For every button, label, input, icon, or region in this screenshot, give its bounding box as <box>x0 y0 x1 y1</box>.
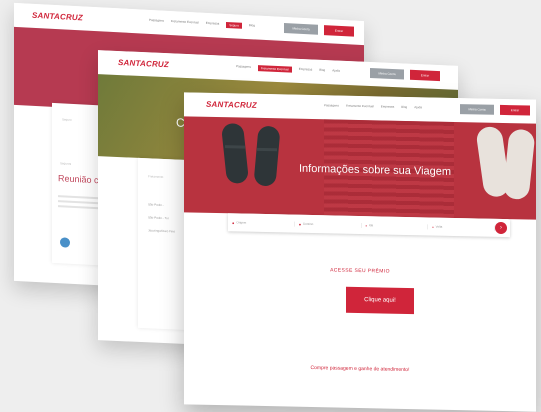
login-button[interactable]: Entrar <box>324 25 354 37</box>
account-button[interactable]: Minha Conta <box>460 104 494 115</box>
logo: SANTACRUZ <box>206 99 257 110</box>
section-heading: Reunião c <box>58 173 99 186</box>
list-item[interactable]: São Paulo - <box>148 202 175 207</box>
route-list: São Paulo - São Paulo - Tur Jacutinga/Ou… <box>148 202 175 242</box>
account-button[interactable]: Minha Conta <box>284 22 318 35</box>
info-icon[interactable] <box>60 237 70 248</box>
nav-link[interactable]: Empresas <box>299 67 313 74</box>
nav-links: Passagens Fretamento Eventual Empresas B… <box>236 64 340 75</box>
origin-field[interactable]: ● Origem <box>228 219 295 227</box>
list-item[interactable]: São Paulo - Tur <box>148 215 175 220</box>
return-date-field[interactable]: ▪ Volta <box>428 223 495 231</box>
breadcrumb: Fretamento <box>148 174 164 179</box>
nav-link[interactable]: Empresas <box>206 21 220 28</box>
nav-link[interactable]: Blog <box>319 68 325 74</box>
nav-link-active[interactable]: Fretamento Eventual <box>257 65 292 73</box>
list-item[interactable]: Jacutinga/Ouro Fino <box>148 228 175 233</box>
origin-placeholder: Origem <box>236 220 247 225</box>
location-icon: ● <box>298 221 302 227</box>
nav-link[interactable]: Blog <box>249 23 255 29</box>
nav-link[interactable]: Passagens <box>324 103 339 107</box>
sandal-strap <box>257 147 277 152</box>
nav-link[interactable]: Empresas <box>381 104 395 108</box>
nav-link[interactable]: Passagens <box>149 18 164 25</box>
nav-links: Passagens Fretamento Eventual Empresas B… <box>324 103 422 109</box>
location-icon: ● <box>232 219 235 225</box>
nav-link[interactable]: Blog <box>401 105 407 109</box>
promo-link[interactable]: Compre passagem e ganhe de atendimento! <box>184 362 536 375</box>
click-here-button[interactable]: Clique aqui! <box>346 286 414 315</box>
nav-links: Passagens Fretamento Eventual Empresas S… <box>149 18 255 30</box>
departure-placeholder: Ida <box>368 223 374 228</box>
nav-link[interactable]: Fretamento Eventual <box>171 19 199 26</box>
nav-link[interactable]: Ajuda <box>332 68 340 74</box>
login-button[interactable]: Entrar <box>410 69 440 82</box>
nav-link[interactable]: Fretamento Eventual <box>346 104 374 109</box>
search-icon: › <box>500 224 502 231</box>
section-label: Seguros <box>60 161 72 166</box>
breadcrumb: Seguro <box>62 117 72 122</box>
login-button[interactable]: Entrar <box>500 104 530 116</box>
sneaker-image <box>502 127 536 201</box>
destination-placeholder: Destino <box>303 221 314 227</box>
return-placeholder: Volta <box>435 224 443 229</box>
sandal-image <box>220 122 250 185</box>
destination-field[interactable]: ● Destino <box>294 221 362 228</box>
hero-title: Informações sobre sua Viagem <box>299 162 452 178</box>
nav-link[interactable]: Ajuda <box>414 105 422 109</box>
nav-link[interactable]: Passagens <box>236 64 251 71</box>
calendar-icon: ▪ <box>432 224 434 230</box>
departure-date-field[interactable]: ▪ Ida <box>361 222 429 229</box>
logo: SANTACRUZ <box>118 58 169 70</box>
nav-link-active[interactable]: Seguro <box>226 21 242 29</box>
search-button[interactable]: › <box>495 221 507 235</box>
front-screen: SANTACRUZ Passagens Fretamento Eventual … <box>184 92 536 412</box>
account-button[interactable]: Minha Conta <box>370 68 404 80</box>
sandal-image <box>253 125 281 188</box>
hero-banner: Informações sobre sua Viagem <box>184 116 536 220</box>
sandal-strap <box>225 145 245 149</box>
access-prize-label: ACESSE SEU PRÊMIO <box>330 267 390 275</box>
calendar-icon: ▪ <box>365 222 367 228</box>
logo: SANTACRUZ <box>32 10 83 23</box>
